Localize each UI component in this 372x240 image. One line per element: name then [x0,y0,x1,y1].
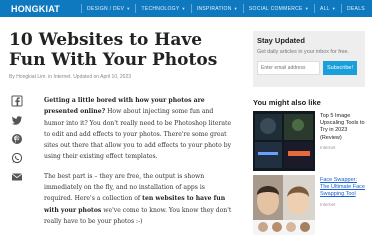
nav-item-label: ALL [319,5,330,12]
card-category[interactable]: Internet [320,202,366,207]
card-thumbnail[interactable] [253,175,315,235]
nav-divider [81,4,82,13]
newsletter-form: Subscribe! [257,61,361,75]
chevron-down-icon: ▼ [304,6,309,11]
newsletter-title: Stay Updated [257,36,305,45]
nav-item-deals[interactable]: DEALS [347,6,365,12]
nav-item-all[interactable]: ALL ▼ [320,6,336,12]
twitter-icon[interactable] [11,114,23,126]
nav-item-label: TECHNOLOGY [141,5,180,12]
card-title[interactable]: Top 5 Image Upscaling Tools to Try in 20… [320,113,366,142]
email-icon[interactable] [11,171,23,183]
card-category[interactable]: Internet [320,145,366,150]
paragraph-text: How about injecting some fun and humor i… [44,108,232,161]
related-card[interactable]: Face Swapper: The Ultimate Face Swapping… [253,175,365,237]
pinterest-icon[interactable] [11,133,23,145]
site-logo[interactable]: HONGKIAT [11,4,67,14]
chevron-down-icon: ▼ [126,6,131,11]
share-bar [11,95,23,190]
newsletter-subtitle: Get daily articles in your inbox for fre… [257,49,349,55]
chevron-down-icon: ▼ [233,6,238,11]
facebook-icon[interactable] [11,95,23,107]
article-paragraph: The best part is – they are free, the ou… [44,171,234,227]
newsletter-box: Stay Updated Get daily articles in your … [253,31,365,87]
card-title[interactable]: Face Swapper: The Ultimate Face Swapping… [320,177,366,199]
subscribe-button[interactable]: Subscribe! [323,61,357,75]
whatsapp-icon[interactable] [11,152,23,164]
related-heading: You might also like [253,98,321,107]
chevron-down-icon: ▼ [331,6,337,11]
nav-item-label: DEALS [347,5,365,12]
chevron-down-icon: ▼ [181,6,186,11]
nav-divider [190,4,192,13]
nav-divider [341,4,343,13]
related-card[interactable]: Top 5 Image Upscaling Tools to Try in 20… [253,111,365,173]
nav-item-label: SOCIAL COMMERCE [248,5,303,12]
nav-item-label: INSPIRATION [196,5,232,12]
nav-menu: DESIGN / DEV ▼ TECHNOLOGY ▼ INSPIRATION ▼ S… [76,4,365,13]
nav-item-inspiration[interactable]: INSPIRATION ▼ [197,6,238,12]
email-field[interactable] [257,61,320,75]
article-body: Getting a little bored with how your pho… [44,95,234,235]
article-paragraph: Getting a little bored with how your pho… [44,95,234,163]
nav-item-social-commerce[interactable]: SOCIAL COMMERCE ▼ [249,6,309,12]
card-text: Face Swapper: The Ultimate Face Swapping… [320,177,366,207]
card-thumbnail[interactable] [253,111,315,171]
nav-item-design-dev[interactable]: DESIGN / DEV ▼ [87,6,130,12]
article-title: 10 Websites to Have Fun With Your Photos [9,30,218,70]
card-text: Top 5 Image Upscaling Tools to Try in 20… [320,113,366,150]
nav-item-label: DESIGN / DEV [87,5,125,12]
nav-divider [313,4,315,13]
nav-divider [135,4,137,13]
top-nav: HONGKIAT DESIGN / DEV ▼ TECHNOLOGY ▼ INSPI… [0,0,372,17]
nav-item-technology[interactable]: TECHNOLOGY ▼ [141,6,185,12]
nav-divider [242,4,244,13]
article-meta: By Hongkiat Lim. in Internet. Updated on… [9,74,132,80]
